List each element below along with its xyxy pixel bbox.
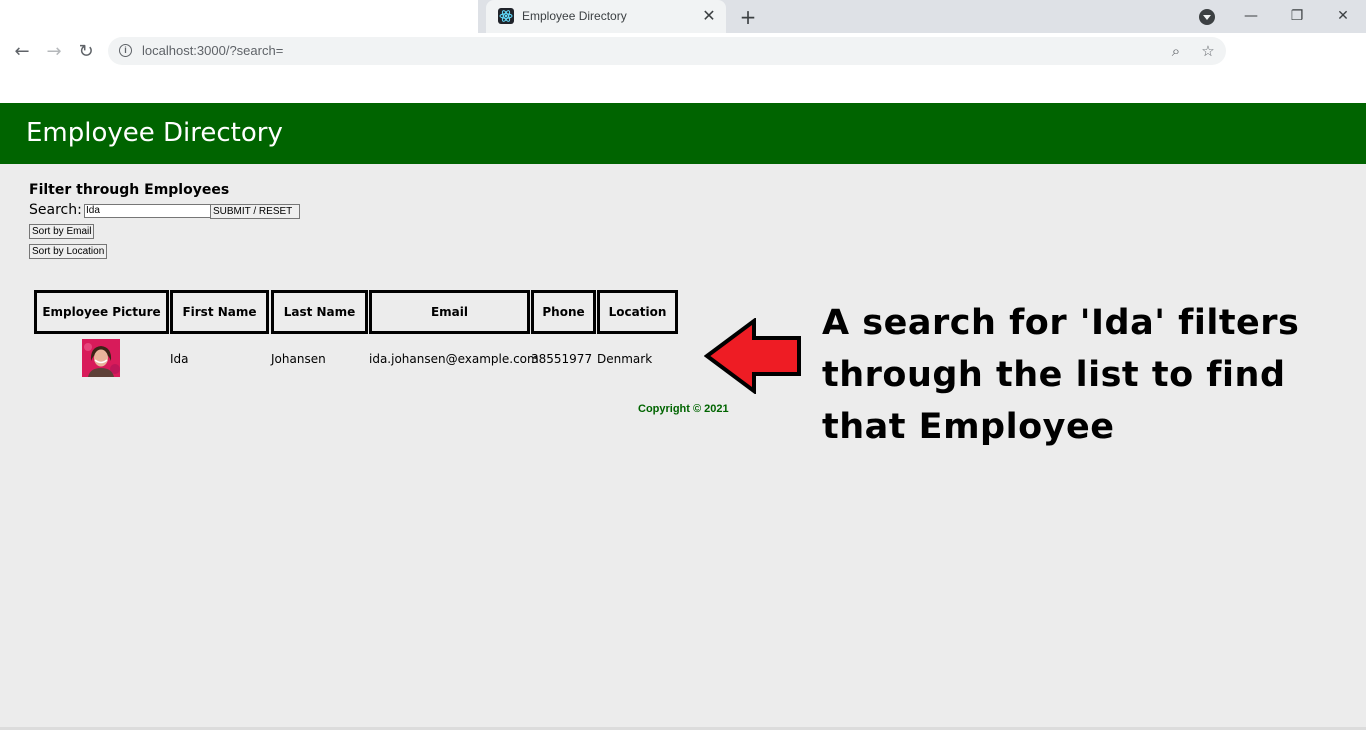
app-title: Employee Directory xyxy=(26,118,283,148)
page-top-spacer xyxy=(0,70,1366,103)
copyright-footer: Copyright © 2021 xyxy=(638,403,729,415)
url-text[interactable]: localhost:3000/?search= xyxy=(142,43,283,58)
restore-icon[interactable]: ❐ xyxy=(1282,4,1312,28)
tab-close-icon[interactable]: ✕ xyxy=(700,7,718,25)
column-header-phone[interactable]: Phone xyxy=(531,290,596,334)
filter-heading: Filter through Employees xyxy=(29,182,230,198)
cell-last-name: Johansen xyxy=(271,352,326,366)
bookmark-star-icon[interactable]: ☆ xyxy=(1198,41,1218,61)
window-close-icon[interactable]: ✕ xyxy=(1328,4,1358,28)
reload-icon[interactable]: ↻ xyxy=(75,41,97,63)
cell-phone: 38551977 xyxy=(531,352,593,366)
search-input[interactable]: Ida xyxy=(84,204,212,218)
new-tab-icon[interactable]: + xyxy=(737,6,759,28)
site-info-icon[interactable]: i xyxy=(119,44,132,57)
submit-reset-button[interactable]: SUBMIT / RESET xyxy=(210,204,300,219)
tab-search-icon[interactable] xyxy=(1199,9,1215,25)
react-favicon-icon xyxy=(498,8,514,24)
tab-title: Employee Directory xyxy=(522,9,627,23)
zoom-icon[interactable]: ⌕ xyxy=(1166,41,1186,61)
cell-first-name: Ida xyxy=(170,352,189,366)
browser-toolbar: ← → ↻ i localhost:3000/?search= ⌕ ☆ xyxy=(0,33,1366,70)
annotation-arrow-icon xyxy=(703,317,802,395)
forward-icon[interactable]: → xyxy=(43,41,65,63)
back-icon[interactable]: ← xyxy=(11,41,33,63)
minimize-icon[interactable]: — xyxy=(1236,4,1266,28)
annotation-text: A search for 'Ida' filters through the l… xyxy=(822,297,1342,453)
search-label: Search: xyxy=(29,202,82,218)
tabstrip-empty-area xyxy=(0,0,478,33)
browser-tabstrip: Employee Directory ✕ + — ❐ ✕ xyxy=(0,0,1366,33)
annotation-line: through the list to find xyxy=(822,355,1286,395)
sort-by-email-button[interactable]: Sort by Email xyxy=(29,224,95,239)
column-header-picture[interactable]: Employee Picture xyxy=(34,290,169,334)
employee-avatar xyxy=(82,339,120,377)
app-header: Employee Directory xyxy=(0,103,1366,164)
cell-email: ida.johansen@example.com xyxy=(369,352,539,366)
sort-by-location-button[interactable]: Sort by Location xyxy=(29,244,108,259)
annotation-line: that Employee xyxy=(822,407,1115,447)
column-header-location[interactable]: Location xyxy=(597,290,678,334)
browser-tab[interactable]: Employee Directory ✕ xyxy=(486,0,726,33)
column-header-last-name[interactable]: Last Name xyxy=(271,290,368,334)
column-header-email[interactable]: Email xyxy=(369,290,530,334)
address-bar[interactable]: i localhost:3000/?search= ⌕ ☆ xyxy=(108,37,1226,65)
column-header-first-name[interactable]: First Name xyxy=(170,290,269,334)
annotation-line: A search for 'Ida' filters xyxy=(822,303,1300,343)
cell-location: Denmark xyxy=(597,352,653,366)
